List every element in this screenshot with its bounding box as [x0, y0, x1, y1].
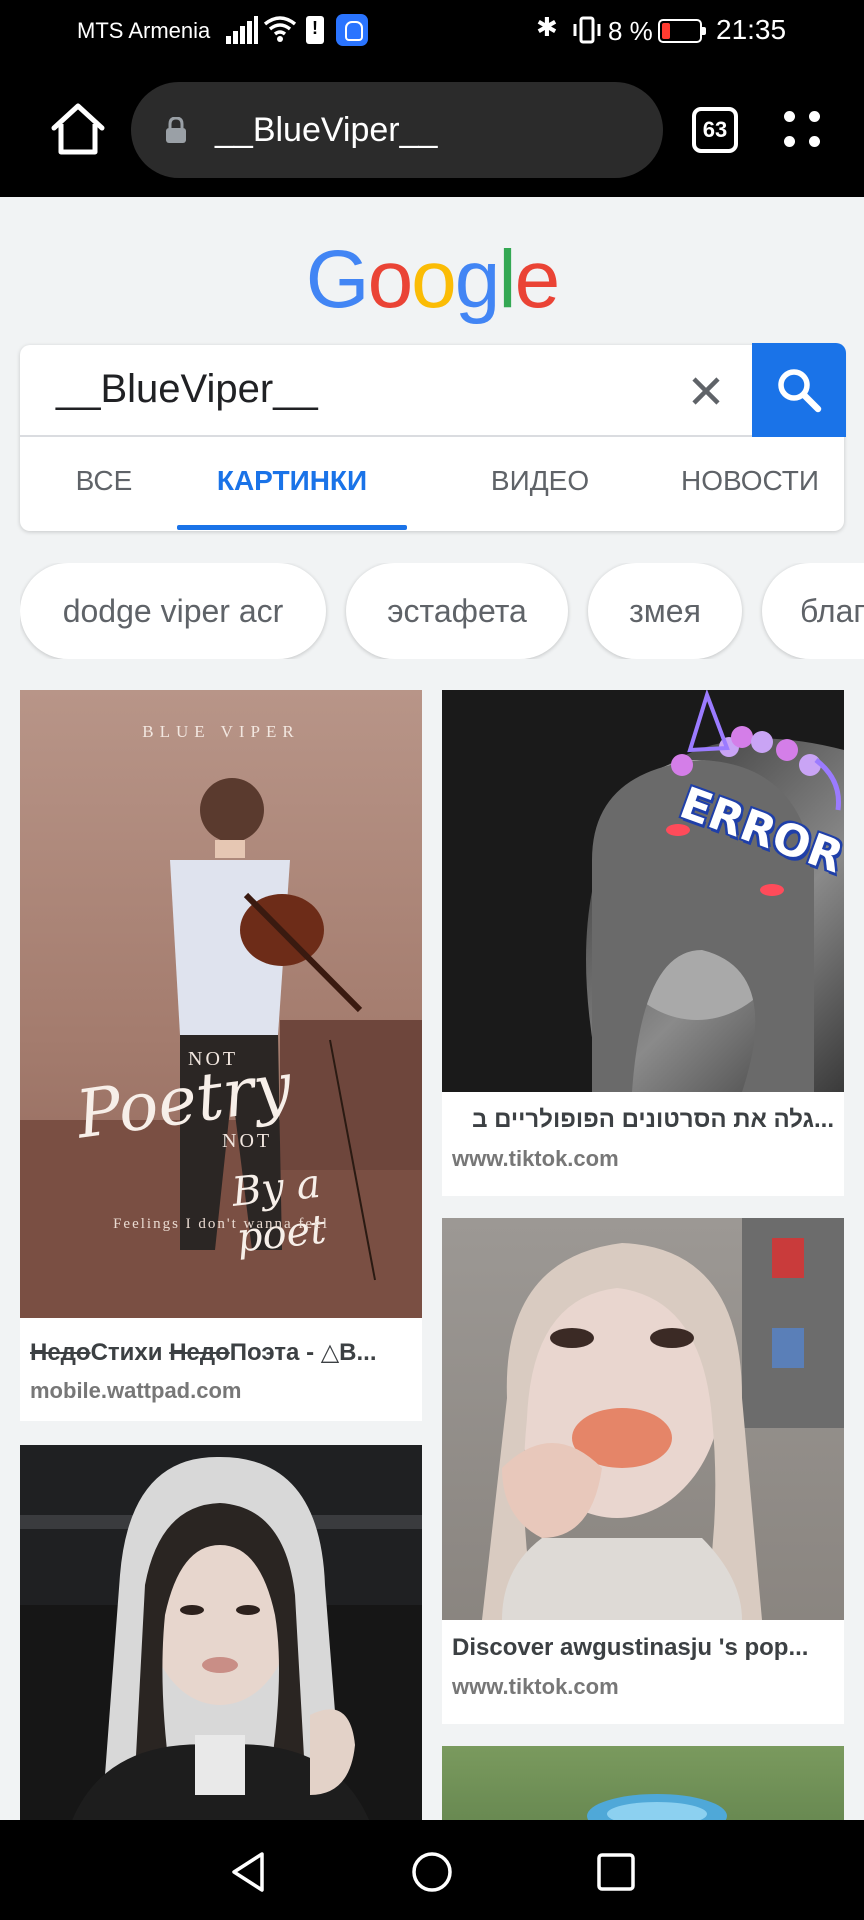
related-chips: dodge viper acr эстафета змея благ	[20, 563, 864, 659]
logo-letter: l	[498, 234, 516, 325]
tab-news[interactable]: НОВОСТИ	[660, 437, 840, 531]
image-result[interactable]	[20, 1445, 422, 1820]
overlay-subtitle: Feelings I don't wanna feel	[113, 1216, 329, 1232]
overlay-not-2: NOT	[222, 1130, 273, 1152]
partial-photo	[587, 1794, 727, 1820]
recents-icon[interactable]	[594, 1850, 638, 1894]
result-source: www.tiktok.com	[452, 1146, 619, 1171]
logo-letter: g	[454, 234, 501, 325]
menu-icon[interactable]	[780, 107, 824, 151]
image-result[interactable]	[442, 1746, 844, 1820]
hooded-girl-photo	[20, 1445, 422, 1820]
result-image	[20, 1445, 422, 1820]
active-tab-indicator	[177, 525, 407, 530]
error-photo	[442, 690, 844, 1092]
clock: 21:35	[716, 14, 787, 45]
vibrate-icon	[573, 16, 601, 44]
bulb-notification-icon	[336, 14, 368, 46]
browser-toolbar: __BlueViper__ 63	[0, 62, 864, 197]
result-image: ERROR	[442, 690, 844, 1092]
tab-switcher-button[interactable]: 63	[692, 107, 738, 153]
home-icon[interactable]	[48, 100, 108, 158]
chip[interactable]: dodge viper acr	[20, 563, 326, 659]
caption-text: Поэта - △B...	[229, 1339, 377, 1366]
sim-alert-icon	[306, 16, 324, 44]
search-card: __BlueViper__ ВСЕ КАРТИНКИ ВИДЕО НОВОСТИ	[20, 343, 846, 531]
logo-letter: e	[514, 234, 561, 325]
search-query: __BlueViper__	[56, 367, 318, 411]
result-source: mobile.wattpad.com	[30, 1378, 242, 1403]
logo-letter: G	[305, 234, 370, 325]
search-input[interactable]: __BlueViper__	[20, 345, 752, 437]
page-content: Google __BlueViper__ ВСЕ КАРТИНКИ ВИДЕО …	[0, 197, 864, 1820]
bluetooth-icon: ✱	[536, 12, 558, 42]
result-caption: Discover awgustinasju 's pop...	[452, 1634, 809, 1661]
result-image	[442, 1746, 844, 1820]
status-bar: MTS Armenia ✱ 8 % 21:35	[0, 0, 864, 62]
tab-video[interactable]: ВИДЕО	[450, 437, 630, 531]
overlay-title: BLUE VIPER	[142, 722, 300, 741]
carrier-name: MTS Armenia	[77, 18, 211, 43]
result-image: BLUE VIPER NOT Poetry NOT By a poet Feel…	[20, 690, 422, 1318]
caption-strike: Недо	[169, 1339, 230, 1366]
overlay-script-2: By a poet	[229, 1160, 329, 1262]
home-circle-icon[interactable]	[410, 1850, 454, 1894]
portrait-photo	[482, 1218, 844, 1620]
chip[interactable]: змея	[588, 563, 742, 659]
image-result[interactable]: BLUE VIPER NOT Poetry NOT By a poet Feel…	[20, 690, 422, 1421]
result-caption: ...גלה את הסרטונים הפופולריים ב	[472, 1106, 834, 1133]
chip[interactable]: благ	[762, 563, 864, 659]
system-nav-bar	[0, 1820, 864, 1920]
result-caption: НедоСтихи НедоПоэта - △B...	[30, 1338, 412, 1367]
battery-icon	[658, 19, 706, 43]
lock-icon	[166, 117, 186, 143]
signal-icon	[226, 16, 258, 44]
chip[interactable]: эстафета	[346, 563, 568, 659]
image-result[interactable]: ERROR ...גלה את הסרטונים הפופולריים ב ww…	[442, 690, 844, 1196]
caption-text: Стихи	[90, 1339, 170, 1366]
caption-strike: Недо	[30, 1339, 91, 1366]
logo-letter: o	[411, 234, 457, 325]
back-icon[interactable]	[226, 1850, 270, 1894]
tab-all[interactable]: ВСЕ	[44, 437, 164, 531]
battery-percent: 8 %	[608, 16, 653, 46]
search-icon	[778, 369, 822, 413]
wifi-icon	[263, 16, 297, 42]
result-source: www.tiktok.com	[452, 1674, 619, 1699]
google-logo[interactable]: Google	[0, 233, 864, 327]
image-result[interactable]: Discover awgustinasju 's pop... www.tikt…	[442, 1218, 844, 1724]
search-tabs: ВСЕ КАРТИНКИ ВИДЕО НОВОСТИ	[20, 437, 844, 531]
url-text: __BlueViper__	[215, 111, 438, 149]
logo-letter: o	[367, 234, 414, 325]
result-image	[442, 1218, 844, 1620]
address-bar[interactable]: __BlueViper__	[131, 82, 663, 178]
search-button[interactable]	[752, 343, 846, 437]
clear-icon[interactable]	[688, 373, 724, 409]
tab-images[interactable]: КАРТИНКИ	[177, 437, 407, 531]
